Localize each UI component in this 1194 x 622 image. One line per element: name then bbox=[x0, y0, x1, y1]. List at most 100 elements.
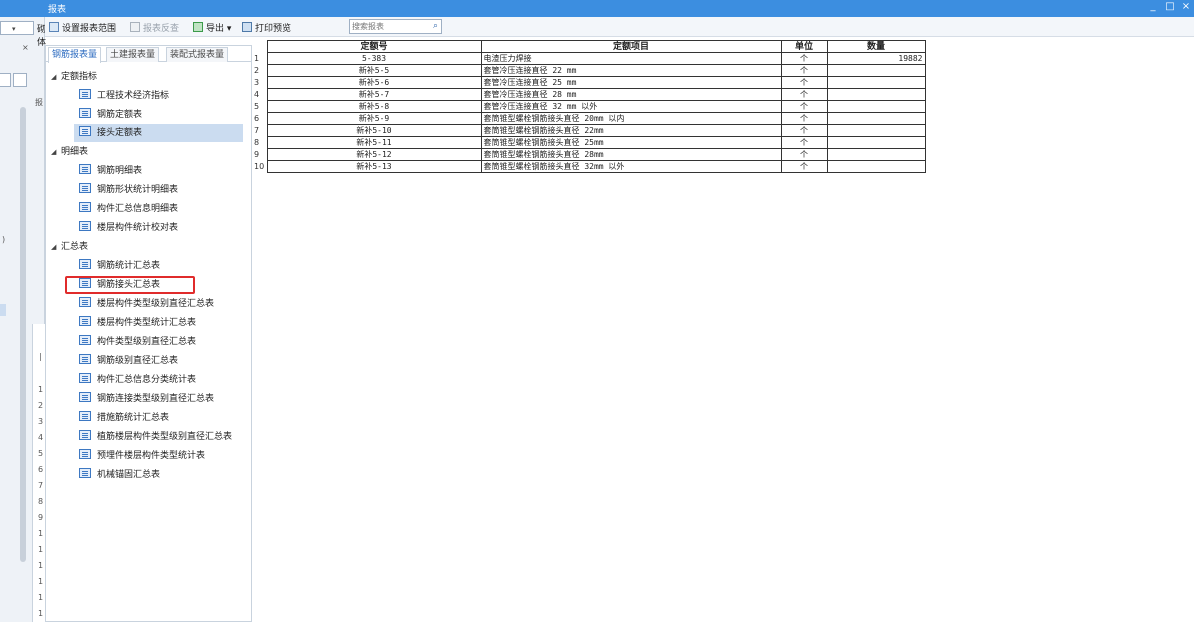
tree-group-quota[interactable]: ◢ 定额指标 bbox=[51, 68, 97, 86]
quota-item: 套管冷压连接直径 22 mm bbox=[480, 64, 782, 77]
tree-item-label: 构件汇总信息明细表 bbox=[97, 204, 179, 214]
table-row[interactable]: 9 新补5-12 套筒锥型螺栓钢筋接头直径 28mm 个 bbox=[252, 148, 926, 161]
table-row[interactable]: 2 新补5-5 套管冷压连接直径 22 mm 个 bbox=[252, 64, 926, 77]
tab-civil-report[interactable]: 土建报表量 bbox=[106, 47, 160, 62]
tree-item[interactable]: 钢筋连接类型级别直径汇总表 bbox=[79, 390, 214, 408]
tree-item[interactable]: 措施筋统计汇总表 bbox=[79, 409, 169, 427]
report-table-body: 1 5-383 电渣压力焊接个 19882 2 新补5-5 套管冷压连接直径 22 mm 个… bbox=[252, 52, 926, 173]
document-icon bbox=[79, 202, 91, 212]
tree-item[interactable]: 楼层构件统计校对表 bbox=[79, 219, 178, 237]
tree-item[interactable]: 工程技术经济指标 bbox=[79, 87, 169, 105]
quota-item: 套管冷压连接直径 25 mm bbox=[480, 76, 782, 89]
tree-item[interactable]: 机械锚固汇总表 bbox=[79, 466, 160, 484]
quota-item: 套筒锥型螺栓钢筋接头直径 28mm bbox=[480, 148, 782, 161]
tree-item[interactable]: 钢筋明细表 bbox=[79, 162, 142, 180]
minimize-icon[interactable]: _ bbox=[1146, 1, 1160, 12]
tree-item-label: 楼层构件统计校对表 bbox=[97, 223, 179, 233]
quota-item: 套筒锥型螺栓钢筋接头直径 20mm 以内 bbox=[480, 112, 782, 125]
row-number-column: | 1 2 3 4 5 6 7 8 9 1 1 1 1 1 1 bbox=[32, 324, 45, 622]
table-row[interactable]: 6 新补5-9 套筒锥型螺栓钢筋接头直径 20mm 以内个 bbox=[252, 112, 926, 125]
tree-item[interactable]: 钢筋形状统计明细表 bbox=[79, 181, 178, 199]
background-panel: ▾ 砌体 × 报 ) | 1 2 3 4 5 6 7 8 9 1 1 1 1 1… bbox=[0, 17, 46, 622]
table-row[interactable]: 1 5-383 电渣压力焊接个 19882 bbox=[252, 52, 926, 65]
set-range-label: 设置报表范围 bbox=[62, 24, 117, 34]
tree-item[interactable]: 楼层构件类型级别直径汇总表 bbox=[79, 295, 214, 313]
tree-item[interactable]: 钢筋级别直径汇总表 bbox=[79, 352, 178, 370]
tree-item[interactable]: 楼层构件类型统计汇总表 bbox=[79, 314, 196, 332]
tree-item-label: 工程技术经济指标 bbox=[97, 91, 170, 101]
export-label: 导出 bbox=[206, 24, 225, 34]
panel-close-icon[interactable]: × bbox=[22, 43, 29, 52]
table-row[interactable]: 3 新补5-6 套管冷压连接直径 25 mm 个 bbox=[252, 76, 926, 89]
tree-group-detail[interactable]: ◢ 明细表 bbox=[51, 143, 88, 161]
tab-prefab-report[interactable]: 装配式报表量 bbox=[166, 47, 229, 62]
row-number: 9 bbox=[38, 513, 44, 522]
maximize-icon[interactable]: □ bbox=[1163, 1, 1177, 12]
search-input[interactable] bbox=[350, 20, 425, 33]
export-button[interactable]: 导出 ▾ bbox=[193, 21, 231, 34]
window-titlebar: 报表 _ □ × bbox=[0, 0, 1194, 17]
row-number: 8 bbox=[252, 136, 268, 149]
tree-item-label: 构件类型级别直径汇总表 bbox=[97, 337, 197, 347]
column-header[interactable]: 定额号 bbox=[266, 40, 482, 53]
document-icon bbox=[79, 108, 91, 118]
table-row[interactable]: 5 新补5-8 套管冷压连接直径 32 mm 以外个 bbox=[252, 100, 926, 113]
close-icon[interactable]: × bbox=[1179, 1, 1193, 12]
tab-rebar-report[interactable]: 钢筋报表量 bbox=[48, 47, 102, 63]
row-number: 3 bbox=[252, 76, 268, 89]
report-search[interactable]: ⌕ bbox=[349, 19, 442, 34]
set-range-button[interactable]: 设置报表范围 bbox=[49, 21, 116, 34]
quota-code: 新补5-5 bbox=[266, 64, 482, 77]
quota-code: 新补5-10 bbox=[266, 124, 482, 137]
column-header[interactable]: 定额项目 bbox=[480, 40, 782, 53]
tree-item[interactable]: 构件汇总信息分类统计表 bbox=[79, 371, 196, 389]
tree-item[interactable]: 钢筋统计汇总表 bbox=[79, 257, 160, 275]
print-icon bbox=[242, 22, 252, 32]
unit: 个 bbox=[780, 160, 828, 173]
quota-code: 新补5-13 bbox=[266, 160, 482, 173]
query-icon bbox=[130, 22, 140, 32]
table-row[interactable]: 4 新补5-7 套管冷压连接直径 28 mm 个 bbox=[252, 88, 926, 101]
search-icon[interactable]: ⌕ bbox=[433, 21, 438, 31]
window-title: 报表 bbox=[48, 5, 67, 15]
column-header[interactable]: 单位 bbox=[780, 40, 828, 53]
document-icon bbox=[79, 411, 91, 421]
tree-item[interactable]: 预埋件楼层构件类型统计表 bbox=[79, 447, 205, 465]
list-view-icon[interactable] bbox=[13, 73, 27, 87]
table-row[interactable]: 7 新补5-10 套筒锥型螺栓钢筋接头直径 22mm 个 bbox=[252, 124, 926, 137]
document-icon bbox=[79, 430, 91, 440]
quota-code: 5-383 bbox=[266, 52, 482, 65]
unit: 个 bbox=[780, 136, 828, 149]
document-icon bbox=[79, 316, 91, 326]
tree-group-label: 明细表 bbox=[61, 147, 89, 157]
quota-item: 套管冷压连接直径 32 mm 以外 bbox=[480, 100, 782, 113]
report-query-button[interactable]: 报表反查 bbox=[130, 21, 179, 34]
tree-item-label: 楼层构件类型级别直径汇总表 bbox=[97, 299, 215, 309]
tree-item-label: 措施筋统计汇总表 bbox=[97, 413, 170, 423]
chevron-down-icon[interactable]: ▾ bbox=[12, 25, 16, 33]
tree-item-selected[interactable]: 接头定额表 bbox=[74, 124, 243, 142]
quota-item: 套筒锥型螺栓钢筋接头直径 25mm bbox=[480, 136, 782, 149]
print-preview-button[interactable]: 打印预览 bbox=[242, 21, 291, 34]
row-number: 1 bbox=[38, 545, 44, 554]
tree-group-summary[interactable]: ◢ 汇总表 bbox=[51, 238, 88, 256]
floor-combo[interactable] bbox=[0, 21, 34, 35]
row-number: 5 bbox=[38, 449, 44, 458]
tree-item[interactable]: 钢筋定额表 bbox=[79, 106, 142, 124]
table-row[interactable]: 8 新补5-11 套筒锥型螺栓钢筋接头直径 25mm 个 bbox=[252, 136, 926, 149]
tree-item[interactable]: 植筋楼层构件类型级别直径汇总表 bbox=[79, 428, 232, 446]
scrollbar[interactable] bbox=[20, 107, 26, 562]
quota-code: 新补5-11 bbox=[266, 136, 482, 149]
expand-caret-icon: ◢ bbox=[51, 73, 57, 81]
tree-item[interactable]: 构件类型级别直径汇总表 bbox=[79, 333, 196, 351]
side-label: ) bbox=[2, 235, 6, 244]
row-number: 7 bbox=[252, 124, 268, 137]
tree-item[interactable]: 构件汇总信息明细表 bbox=[79, 200, 178, 218]
view-icon[interactable] bbox=[0, 73, 11, 87]
row-number: 9 bbox=[252, 148, 268, 161]
tree-item-label: 钢筋定额表 bbox=[97, 110, 143, 120]
table-row[interactable]: 10 新补5-13 套筒锥型螺栓钢筋接头直径 32mm 以外个 bbox=[252, 160, 926, 173]
column-header[interactable]: 数量 bbox=[826, 40, 926, 53]
unit: 个 bbox=[780, 52, 828, 65]
quota-code: 新补5-6 bbox=[266, 76, 482, 89]
